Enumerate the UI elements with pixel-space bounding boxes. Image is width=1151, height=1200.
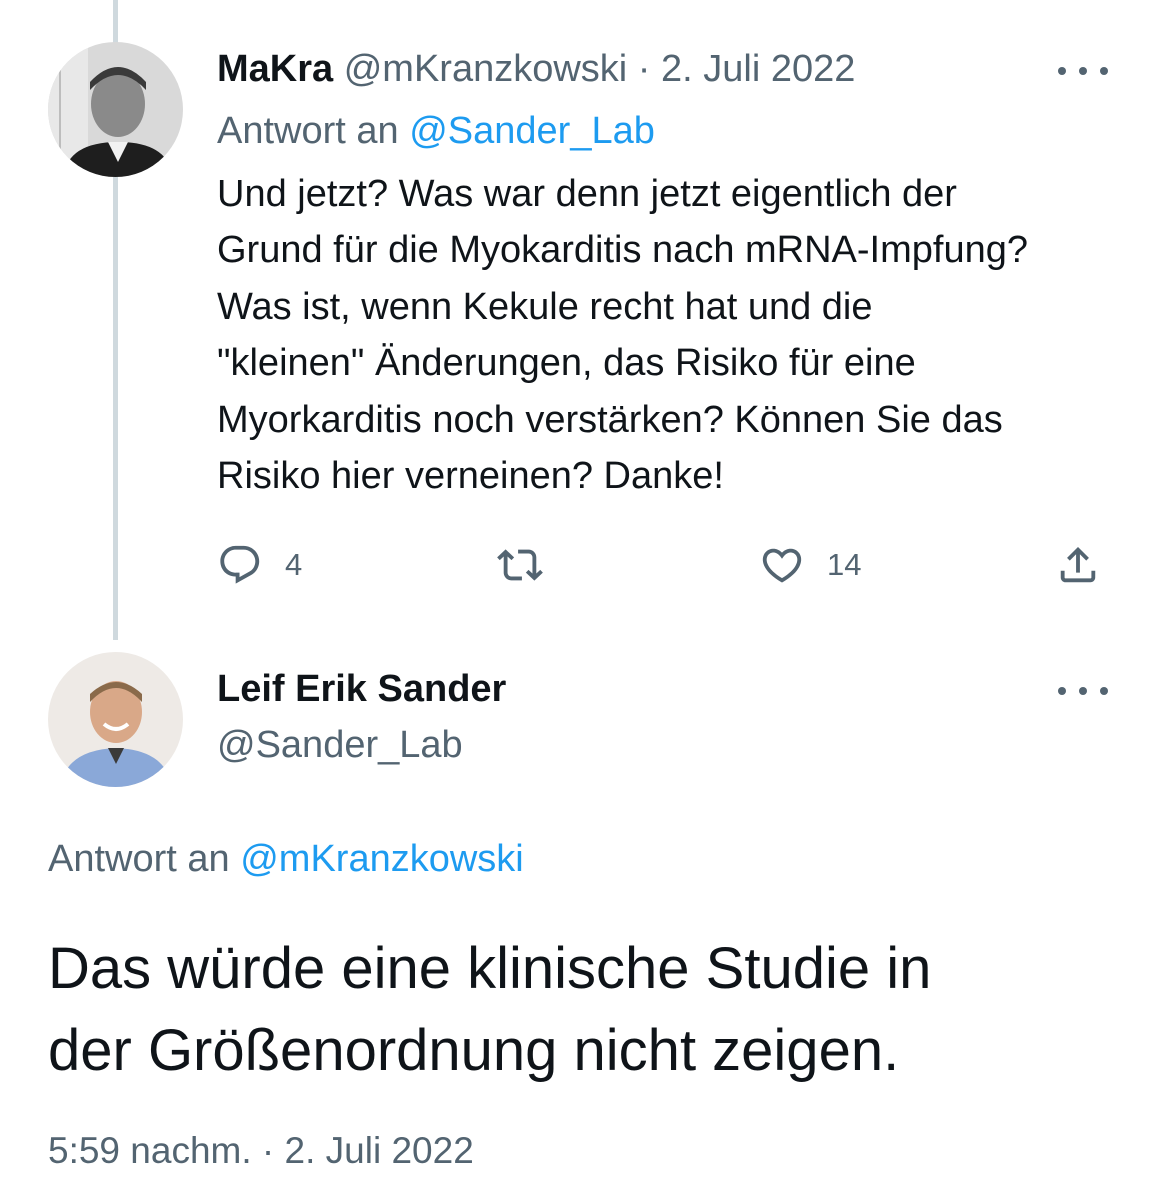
reply-count: 4 [285,547,303,582]
avatar[interactable] [48,652,183,787]
tweet-date: 2. Juli 2022 [284,1130,474,1171]
avatar[interactable] [48,42,183,177]
share-button[interactable] [1055,540,1101,590]
reply-to-link[interactable]: @Sander_Lab [409,110,655,152]
more-icon[interactable] [1058,676,1108,706]
reply-icon [220,545,260,584]
reply-prefix: Antwort an [217,110,399,152]
reply-context: Antwort an @mKranzkowski [48,836,524,882]
tweet-date[interactable]: 2. Juli 2022 [661,48,855,90]
tweet-actions: 4 14 [217,540,1107,590]
heart-icon [762,548,802,583]
retweet-button[interactable] [497,540,543,590]
tweet-timestamp[interactable]: 5:59 nachm. · 2. Juli 2022 [48,1128,474,1174]
reply-context: Antwort an @Sander_Lab [217,108,655,154]
share-icon [1060,546,1096,583]
like-button[interactable]: 14 [759,540,861,590]
user-photo-sander [48,652,183,787]
user-handle[interactable]: @Sander_Lab [217,722,463,768]
reply-to-link[interactable]: @mKranzkowski [240,838,524,880]
like-count: 14 [827,547,862,582]
display-name[interactable]: Leif Erik Sander [217,666,506,712]
tweet-text: Und jetzt? Was war denn jetzt eigentlich… [217,173,1028,498]
reply-tweet[interactable]: MaKra @mKranzkowski · 2. Juli 2022 Antwo… [0,0,1151,650]
tweet-time: 5:59 nachm. [48,1130,252,1171]
reply-prefix: Antwort an [48,838,230,880]
tweet-header: MaKra @mKranzkowski · 2. Juli 2022 [217,46,855,92]
user-photo-makra [48,42,183,177]
more-icon[interactable] [1058,56,1108,86]
tweet-text: Das würde eine klinische Studie in der G… [48,936,932,1083]
display-name[interactable]: MaKra [217,48,333,90]
reply-button[interactable]: 4 [217,540,302,590]
retweet-icon [497,549,543,581]
separator: · [261,1130,275,1171]
user-handle[interactable]: @mKranzkowski [344,48,628,90]
separator: · [637,48,651,90]
